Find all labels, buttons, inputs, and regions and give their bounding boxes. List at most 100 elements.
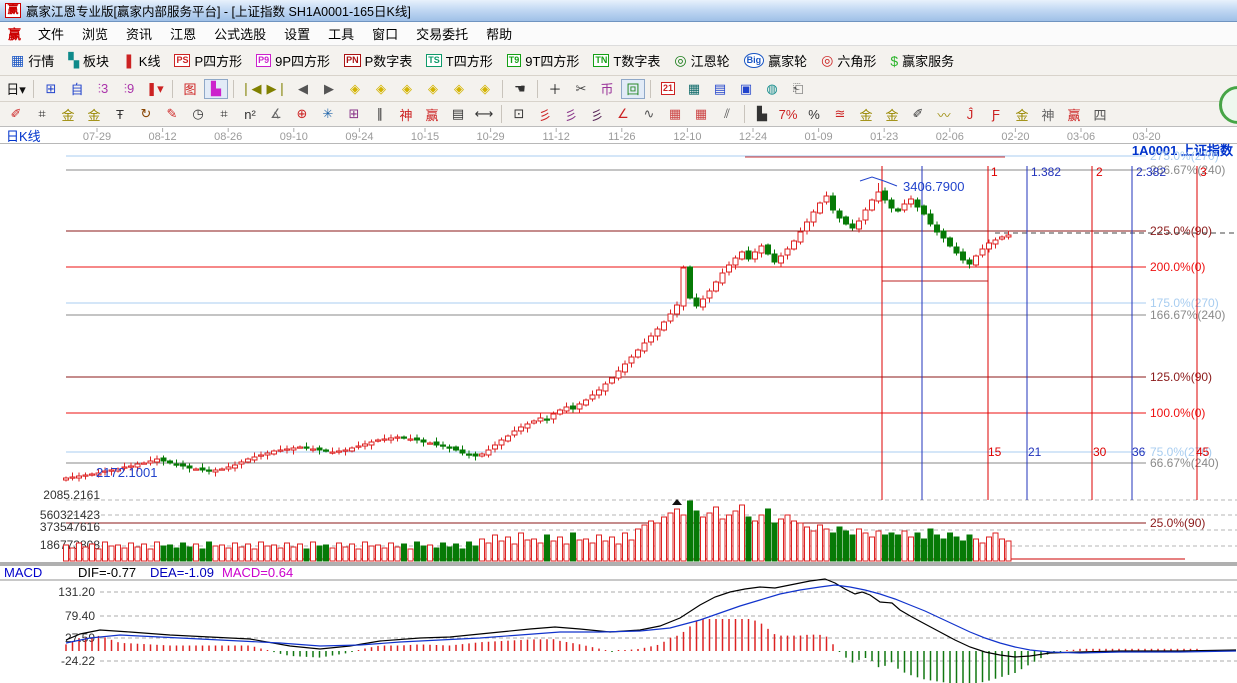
toolbar-p-number-table-button[interactable]: PNP数字表 xyxy=(337,48,419,74)
fan-purple-button[interactable]: 彡 xyxy=(559,104,583,124)
calendar-button[interactable]: 21 xyxy=(656,79,680,99)
candle-period-button[interactable]: ❚▾ xyxy=(143,79,167,99)
span-tool-button[interactable]: ⟷ xyxy=(472,104,496,124)
color-chart-button[interactable]: ▙ xyxy=(204,79,228,99)
box-select-button[interactable]: ⊡ xyxy=(507,104,531,124)
menu-item-6[interactable]: 工具 xyxy=(319,22,363,45)
red-grid-1-button[interactable]: ▦ xyxy=(663,104,687,124)
gann-cross-button[interactable]: ⊕ xyxy=(290,104,314,124)
bar-percent-button[interactable]: ▙ xyxy=(750,104,774,124)
web-update-button[interactable]: ◍ xyxy=(760,79,784,99)
toolbar-9t-square-button[interactable]: T99T四方形 xyxy=(500,48,587,74)
shen-angle-button[interactable]: 神 xyxy=(1036,104,1060,124)
knife-tool-button[interactable]: ✐ xyxy=(4,104,28,124)
toolbar-9p-square-button[interactable]: P99P四方形 xyxy=(249,48,337,74)
fan-dark-button[interactable]: 彡 xyxy=(585,104,609,124)
menu-item-2[interactable]: 资讯 xyxy=(117,22,161,45)
toolbar-winner-wheel-button[interactable]: Big赢家轮 xyxy=(737,48,815,74)
zoom-left-button[interactable]: ◈ xyxy=(343,79,367,99)
save-button[interactable]: ▣ xyxy=(734,79,758,99)
f-angle-button[interactable]: Ƒ xyxy=(984,104,1008,124)
app-menu-icon[interactable]: 赢 xyxy=(8,24,21,43)
grid-tool-1-button[interactable]: ⌗ xyxy=(30,104,54,124)
notes-button[interactable]: ▤ xyxy=(708,79,732,99)
toolbar-t-number-table-button[interactable]: TNT数字表 xyxy=(586,48,667,74)
toolbar-p-square-button[interactable]: PSP四方形 xyxy=(167,48,249,74)
gold-bar-button[interactable]: 金 xyxy=(880,104,904,124)
ma-9-button[interactable]: ⫶9 xyxy=(117,79,141,99)
toolbar-hexagon-button[interactable]: ◎六角形 xyxy=(814,48,883,74)
go-prev-button[interactable]: ◀ xyxy=(291,79,315,99)
menu-item-1[interactable]: 浏览 xyxy=(73,22,117,45)
volume-bar xyxy=(707,513,712,561)
ruler-123-button[interactable]: ▤ xyxy=(446,104,470,124)
pen-tool-2-button[interactable]: ✐ xyxy=(906,104,930,124)
shen-tool-button[interactable]: 神 xyxy=(394,104,418,124)
toolbar-t-square-button[interactable]: TST四方形 xyxy=(419,48,499,74)
pen-tool-button[interactable]: ✎ xyxy=(160,104,184,124)
gann-gold-1-button[interactable]: 金 xyxy=(56,104,80,124)
delete-tool-button[interactable]: ✂ xyxy=(569,79,593,99)
percent-7-button[interactable]: 7% xyxy=(776,104,800,124)
zoom-vertical-button[interactable]: ◈ xyxy=(447,79,471,99)
info-board-button[interactable]: 自 xyxy=(65,79,89,99)
calculator-button[interactable]: ▦ xyxy=(682,79,706,99)
zoom-horizontal-button[interactable]: ◈ xyxy=(395,79,419,99)
percent-button[interactable]: % xyxy=(802,104,826,124)
arc-tool-button[interactable]: ∡ xyxy=(264,104,288,124)
ticket-tool-button[interactable]: 币 xyxy=(595,79,619,99)
gold-circle-button[interactable]: 金 xyxy=(854,104,878,124)
toolbar-kline-button[interactable]: ❚K线 xyxy=(116,48,167,74)
j-angle-button[interactable]: Ĵ xyxy=(958,104,982,124)
go-last-button[interactable]: ▶❘ xyxy=(265,79,289,99)
toolbar-gann-wheel-button[interactable]: ◎江恩轮 xyxy=(667,48,736,74)
win-angle-button[interactable]: 赢 xyxy=(1062,104,1086,124)
menu-item-9[interactable]: 帮助 xyxy=(477,22,521,45)
go-first-button[interactable]: ❘◀ xyxy=(239,79,263,99)
gann-gold-2-button[interactable]: 金 xyxy=(82,104,106,124)
fan-red-button[interactable]: 彡 xyxy=(533,104,557,124)
candlestick xyxy=(187,466,192,468)
zoom-compress-button[interactable]: ◈ xyxy=(421,79,445,99)
toolbar-winner-service-button[interactable]: $赢家服务 xyxy=(883,48,961,74)
ma-3-button[interactable]: ⫶3 xyxy=(91,79,115,99)
menu-item-5[interactable]: 设置 xyxy=(275,22,319,45)
wave-gold-button[interactable]: 〰 xyxy=(932,104,956,124)
percent-lines-button[interactable]: ≊ xyxy=(828,104,852,124)
four-angle-button[interactable]: 四 xyxy=(1088,104,1112,124)
k-lines-tool-button[interactable]: ∥ xyxy=(368,104,392,124)
menu-item-0[interactable]: 文件 xyxy=(29,22,73,45)
wave-tool-button[interactable]: ∿ xyxy=(637,104,661,124)
hand-tool-button[interactable]: ☚ xyxy=(508,79,532,99)
gold-angle-button[interactable]: 金 xyxy=(1010,104,1034,124)
win-window-button[interactable]: 图 xyxy=(178,79,202,99)
red-grid-2-button[interactable]: ▦ xyxy=(689,104,713,124)
chart-window-button[interactable]: ⊞ xyxy=(39,79,63,99)
crosshair-tool-button[interactable]: ＋ xyxy=(543,79,567,99)
menu-item-3[interactable]: 江恩 xyxy=(161,22,205,45)
zoom-all-button[interactable]: ◈ xyxy=(473,79,497,99)
angle-tool-button[interactable]: ∠ xyxy=(611,104,635,124)
period-day-button[interactable]: 日▾ xyxy=(4,79,28,99)
go-next-button[interactable]: ▶ xyxy=(317,79,341,99)
candlestick xyxy=(538,418,543,421)
toolbar-sectors-button[interactable]: ▚板块 xyxy=(61,48,116,74)
toolbar-quotes-button[interactable]: ▦行情 xyxy=(4,48,61,74)
n-square-tool-button[interactable]: n² xyxy=(238,104,262,124)
grid-tool-2-button[interactable]: ⌗ xyxy=(212,104,236,124)
chart-canvas[interactable]: 07-2908-1208-2609-1009-2410-1510-2911-12… xyxy=(0,127,1237,683)
send-order-button[interactable]: ⎗ xyxy=(786,79,810,99)
pattern-tool-button[interactable]: 回 xyxy=(621,79,645,99)
menu-item-4[interactable]: 公式选股 xyxy=(205,22,275,45)
spiral-tool-button[interactable]: ↻ xyxy=(134,104,158,124)
box-grid-button[interactable]: ⊞ xyxy=(342,104,366,124)
gann-clock-button[interactable]: ◷ xyxy=(186,104,210,124)
zoom-right-button[interactable]: ◈ xyxy=(369,79,393,99)
star-grid-button[interactable]: ✳ xyxy=(316,104,340,124)
menu-item-7[interactable]: 窗口 xyxy=(363,22,407,45)
win-tool-button[interactable]: 赢 xyxy=(420,104,444,124)
f-tool-button[interactable]: Ŧ xyxy=(108,104,132,124)
parallel-lines-button[interactable]: ⫽ xyxy=(715,104,739,124)
arc-tool-icon: ∡ xyxy=(270,106,282,122)
menu-item-8[interactable]: 交易委托 xyxy=(407,22,477,45)
